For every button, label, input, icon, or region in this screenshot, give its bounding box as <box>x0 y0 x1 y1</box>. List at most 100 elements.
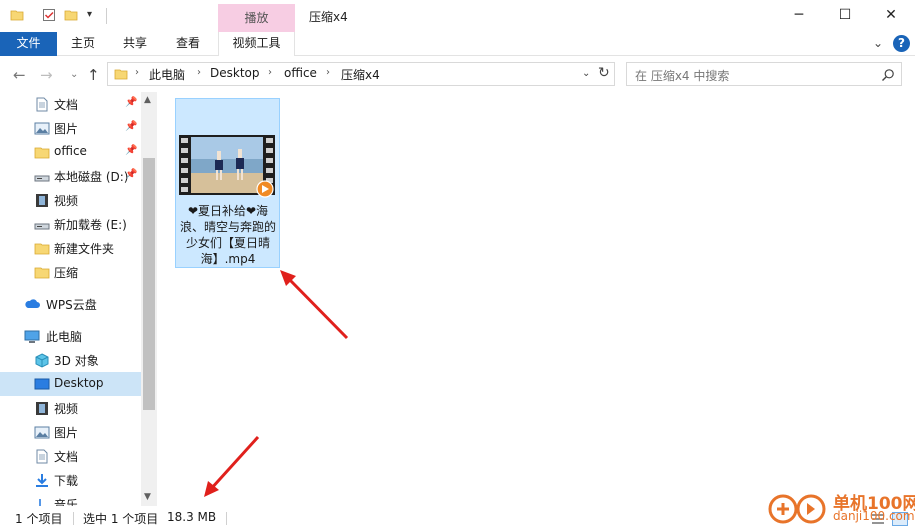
sidebar-item-label: 视频 <box>54 194 79 208</box>
drive-icon <box>34 175 50 182</box>
music-icon <box>39 499 41 506</box>
sidebar-item-label: 图片 <box>54 426 79 440</box>
refresh-icon[interactable]: ↻ <box>598 65 610 81</box>
content-scrollbar[interactable] <box>900 92 915 506</box>
folder-icon <box>114 69 128 80</box>
scroll-up-icon[interactable]: ▲ <box>144 95 151 105</box>
breadcrumb-separator[interactable]: › <box>326 67 330 78</box>
sidebar-item-label: 音乐 <box>54 498 79 506</box>
breadcrumb-separator[interactable]: › <box>197 67 201 78</box>
help-icon[interactable]: ? <box>893 35 910 52</box>
window-title: 压缩x4 <box>309 10 348 24</box>
breadcrumb-desktop[interactable]: Desktop <box>210 66 260 80</box>
sidebar-item-wps-cloud[interactable]: WPS云盘 <box>0 292 141 316</box>
sidebar-item-label: 3D 对象 <box>54 354 99 368</box>
recent-locations-icon[interactable]: ⌄ <box>70 69 78 80</box>
tab-file[interactable]: 文件 <box>0 32 57 56</box>
sidebar-item-documents[interactable]: 文档 📌 <box>0 92 141 116</box>
expand-ribbon-icon[interactable]: ⌄ <box>873 36 883 50</box>
3d-objects-icon <box>35 353 49 368</box>
tab-video-tools[interactable]: 视频工具 <box>218 32 295 56</box>
sidebar-item-label: 下载 <box>54 474 79 488</box>
ribbon-tabs: 文件 主页 共享 查看 视频工具 ⌄ ? <box>0 32 915 56</box>
cloud-icon <box>25 299 40 308</box>
sidebar-item-label: WPS云盘 <box>46 298 97 312</box>
sidebar-item-this-pc[interactable]: 此电脑 <box>0 324 141 348</box>
sidebar-item-label: 图片 <box>54 122 79 136</box>
sidebar-item-office[interactable]: office 📌 <box>0 140 141 164</box>
sidebar-item-compress[interactable]: 压缩 <box>0 260 141 284</box>
pin-icon[interactable]: 📌 <box>125 121 137 132</box>
file-name: ❤夏日补给❤海浪、晴空与奔跑的少女们【夏日晴海】.mp4 <box>180 204 277 266</box>
sidebar-item-label: 压缩 <box>54 266 79 280</box>
file-item-video[interactable]: ❤夏日补给❤海浪、晴空与奔跑的少女们【夏日晴海】.mp4 <box>175 98 280 268</box>
new-folder-icon[interactable] <box>64 8 78 22</box>
sidebar-item-drive-d[interactable]: 本地磁盘 (D:) 📌 <box>0 164 141 188</box>
folder-icon <box>34 243 50 255</box>
pin-icon[interactable]: 📌 <box>125 97 137 108</box>
maximize-button[interactable]: ☐ <box>822 0 868 30</box>
computer-icon <box>24 330 40 343</box>
sidebar-item-label: 视频 <box>54 402 79 416</box>
forward-arrow-icon[interactable]: → <box>40 66 53 84</box>
sidebar-item-documents-2[interactable]: 文档 <box>0 444 141 468</box>
properties-icon[interactable] <box>42 8 56 22</box>
sidebar-item-3d-objects[interactable]: 3D 对象 <box>0 348 141 372</box>
folder-icon <box>34 147 50 159</box>
tab-home[interactable]: 主页 <box>62 32 104 56</box>
scrollbar-thumb[interactable] <box>143 158 155 410</box>
breadcrumb-current-folder[interactable]: 压缩x4 <box>341 66 380 83</box>
document-icon <box>36 97 48 112</box>
drive-icon <box>34 223 50 230</box>
address-bar[interactable]: › 此电脑 › Desktop › office › 压缩x4 ⌄ ↻ <box>107 62 615 86</box>
sidebar-item-music[interactable]: 音乐 <box>0 492 141 506</box>
tab-share[interactable]: 共享 <box>114 32 156 56</box>
sidebar-item-videos[interactable]: 视频 <box>0 188 141 212</box>
status-selected-size: 18.3 MB <box>167 510 217 524</box>
sidebar-item-videos-2[interactable]: 视频 <box>0 396 141 420</box>
search-input[interactable]: 在 压缩x4 中搜索 <box>626 62 902 86</box>
minimize-button[interactable]: ─ <box>776 0 822 30</box>
download-icon <box>36 474 48 487</box>
watermark-url: danji100.com <box>833 509 915 523</box>
watermark-logo-icon <box>768 494 826 524</box>
up-arrow-icon[interactable]: ↑ <box>87 66 100 84</box>
sidebar-item-label: 文档 <box>54 98 79 112</box>
sidebar-item-label: office <box>54 144 87 158</box>
breadcrumb-separator[interactable]: › <box>135 67 139 78</box>
sidebar-item-label: 本地磁盘 (D:) <box>54 170 129 184</box>
breadcrumb-this-pc[interactable]: 此电脑 <box>149 66 185 83</box>
sidebar-item-label: 文档 <box>54 450 79 464</box>
close-button[interactable]: ✕ <box>868 0 914 30</box>
breadcrumb-office[interactable]: office <box>284 66 317 80</box>
context-tab-play[interactable]: 播放 <box>218 4 295 32</box>
breadcrumb-separator[interactable]: › <box>268 67 272 78</box>
sidebar-item-desktop[interactable]: Desktop <box>0 372 141 396</box>
sidebar-scrollbar[interactable]: ▲ ▼ <box>141 92 157 506</box>
picture-icon <box>34 426 50 439</box>
sidebar-item-label: 新加载卷 (E:) <box>54 218 127 232</box>
picture-icon <box>34 122 50 135</box>
pin-icon[interactable]: 📌 <box>125 169 137 180</box>
document-icon <box>36 449 48 464</box>
sidebar-item-new-folder[interactable]: 新建文件夹 <box>0 236 141 260</box>
file-list[interactable]: ❤夏日补给❤海浪、晴空与奔跑的少女们【夏日晴海】.mp4 <box>158 92 900 506</box>
navigation-pane: 文档 📌 图片 📌 office 📌 本地磁盘 (D:) 📌 视频 新加载卷 (… <box>0 92 157 506</box>
search-icon[interactable] <box>881 68 895 82</box>
folder-icon[interactable] <box>10 8 24 22</box>
sidebar-item-pictures-2[interactable]: 图片 <box>0 420 141 444</box>
search-placeholder: 在 压缩x4 中搜索 <box>635 69 730 83</box>
video-icon <box>36 402 48 415</box>
address-history-dropdown-icon[interactable]: ⌄ <box>582 68 590 79</box>
sidebar-item-label: 此电脑 <box>46 330 83 344</box>
quick-access-dropdown-icon[interactable]: ▾ <box>87 9 92 20</box>
status-selected-count: 选中 1 个项目 <box>83 512 159 526</box>
pin-icon[interactable]: 📌 <box>125 145 137 156</box>
tab-view[interactable]: 查看 <box>166 32 210 56</box>
scroll-down-icon[interactable]: ▼ <box>144 492 151 502</box>
sidebar-item-pictures[interactable]: 图片 📌 <box>0 116 141 140</box>
divider <box>73 512 74 525</box>
sidebar-item-drive-e[interactable]: 新加载卷 (E:) <box>0 212 141 236</box>
sidebar-item-downloads[interactable]: 下载 <box>0 468 141 492</box>
back-arrow-icon[interactable]: ← <box>13 66 26 84</box>
